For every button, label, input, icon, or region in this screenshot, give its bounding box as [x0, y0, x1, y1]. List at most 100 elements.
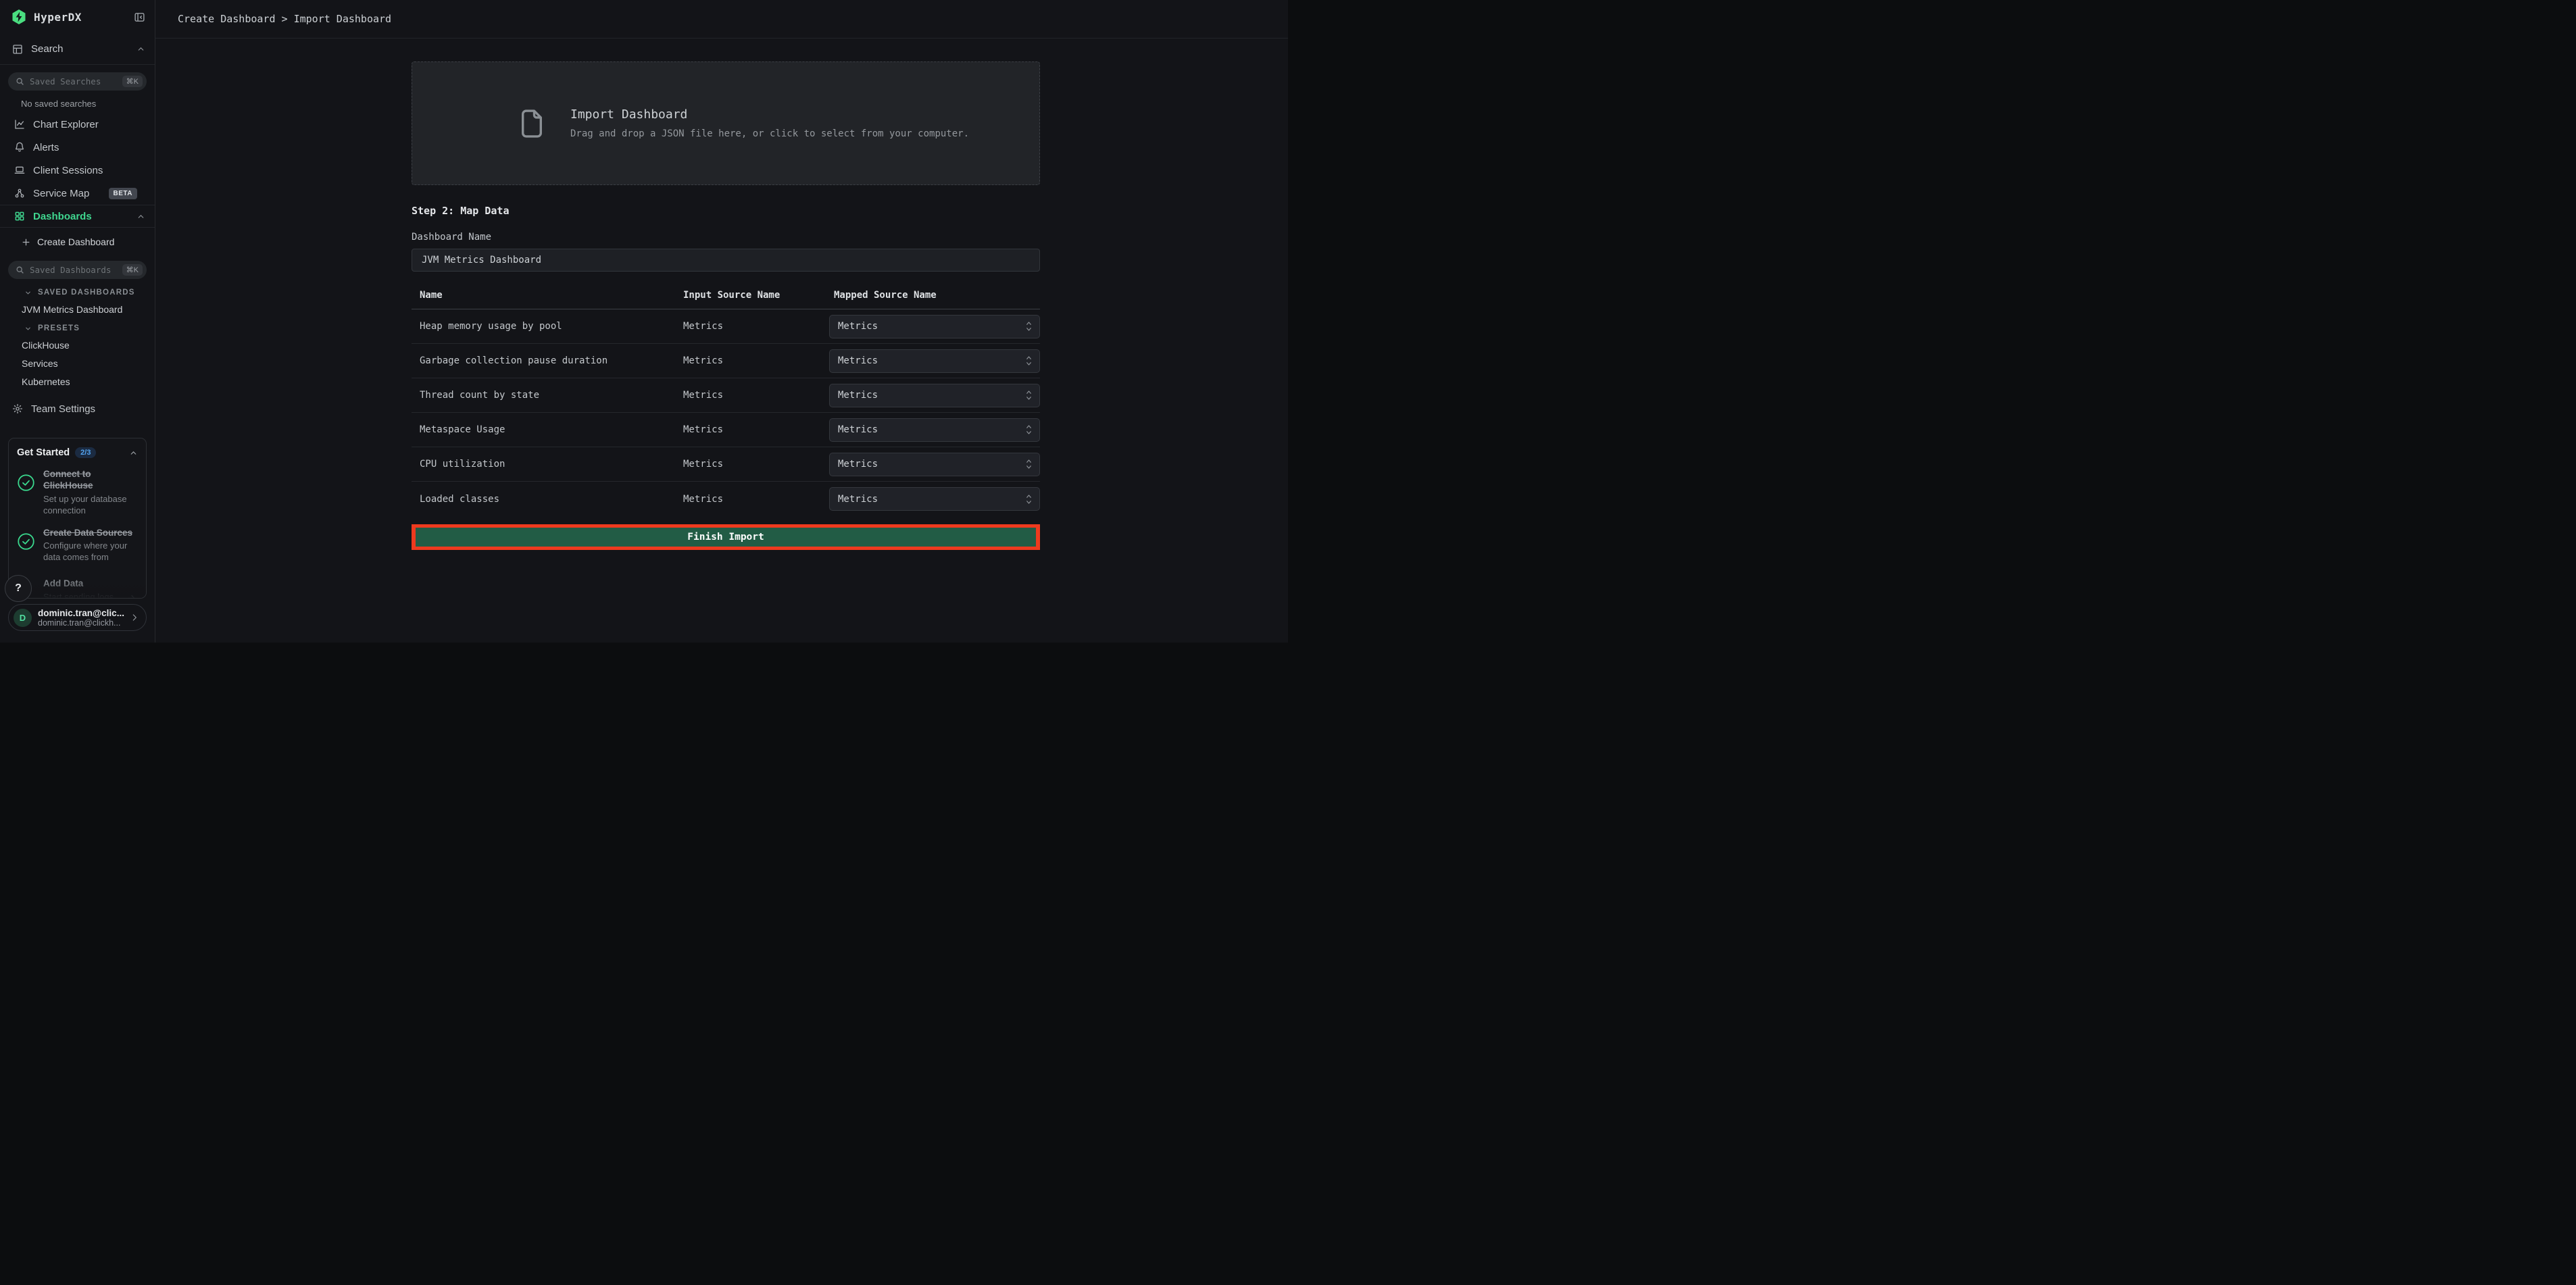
search-section-icon — [12, 44, 23, 55]
select-value: Metrics — [838, 390, 878, 401]
table-row: Heap memory usage by pool Metrics Metric… — [412, 309, 1040, 344]
dashboards-icon — [14, 211, 25, 222]
chevron-down-icon — [24, 289, 32, 297]
beta-badge: BETA — [109, 188, 137, 199]
row-input-source: Metrics — [683, 494, 829, 505]
mapped-source-select[interactable]: Metrics — [829, 384, 1040, 407]
app-title: HyperDX — [34, 11, 82, 24]
sidebar-item-dashboards[interactable]: Dashboards — [0, 205, 155, 228]
check-circle-icon — [17, 474, 35, 492]
preset-link-kubernetes[interactable]: Kubernetes — [22, 376, 155, 387]
step-title: Connect to ClickHouse — [43, 469, 139, 492]
table-row: Metaspace Usage Metrics Metrics — [412, 413, 1040, 447]
sidebar-item-label: Dashboards — [33, 211, 92, 222]
chevron-up-icon — [137, 212, 145, 221]
step-subtitle: Start sending logs, metrics, or traces — [43, 592, 126, 599]
row-name: Garbage collection pause duration — [412, 355, 683, 366]
dashboard-link-jvm-metrics[interactable]: JVM Metrics Dashboard — [22, 304, 155, 315]
saved-dashboards-input[interactable]: Saved Dashboards ⌘K — [8, 261, 147, 279]
step-texts: Connect to ClickHouse Set up your databa… — [43, 469, 139, 517]
sidebar-item-label: Chart Explorer — [33, 119, 99, 130]
step-subtitle: Set up your database connection — [43, 494, 139, 517]
select-chevrons-icon — [1025, 355, 1033, 366]
search-icon — [16, 77, 24, 86]
dashboard-name-label: Dashboard Name — [412, 232, 1040, 243]
group-presets[interactable]: PRESETS — [24, 324, 155, 332]
finish-import-label: Finish Import — [687, 532, 764, 543]
user-texts: dominic.tran@clic... dominic.tran@clickh… — [38, 608, 130, 628]
main-area: Create Dashboard > Import Dashboard Impo… — [155, 0, 1288, 642]
select-chevrons-icon — [1025, 321, 1033, 332]
step-subtitle: Configure where your data comes from — [43, 540, 139, 563]
arrow-right-icon — [126, 593, 137, 599]
preset-link-clickhouse[interactable]: ClickHouse — [22, 340, 155, 351]
get-started-card: Get Started 2/3 Connect to ClickHouse Se… — [8, 438, 147, 599]
check-circle-icon — [17, 532, 35, 551]
sidebar-header: HyperDX — [0, 0, 155, 34]
step-title: Create Data Sources — [43, 528, 139, 539]
select-chevrons-icon — [1025, 390, 1033, 401]
avatar: D — [14, 609, 32, 627]
chevron-up-icon[interactable] — [129, 449, 138, 457]
hyperdx-logo-icon — [11, 9, 27, 25]
sidebar-collapse-button[interactable] — [134, 11, 145, 23]
sidebar-item-label: Service Map — [33, 188, 89, 199]
saved-searches-input[interactable]: Saved Searches ⌘K — [8, 72, 147, 91]
get-started-title: Get Started — [17, 447, 70, 458]
select-chevrons-icon — [1025, 424, 1033, 435]
select-value: Metrics — [838, 424, 878, 435]
mapping-table: Name Input Source Name Mapped Source Nam… — [412, 281, 1040, 516]
help-button[interactable]: ? — [5, 575, 32, 602]
column-header-input-source: Input Source Name — [683, 290, 829, 301]
saved-searches-placeholder: Saved Searches — [30, 76, 122, 86]
column-header-name: Name — [412, 290, 683, 301]
select-value: Metrics — [838, 355, 878, 366]
json-dropzone[interactable]: Import Dashboard Drag and drop a JSON fi… — [412, 61, 1040, 185]
sidebar-item-service-map[interactable]: Service Map BETA — [0, 182, 155, 205]
dropzone-inner: Import Dashboard Drag and drop a JSON fi… — [520, 107, 969, 139]
create-dashboard-button[interactable]: Create Dashboard — [0, 230, 155, 253]
no-saved-searches-text: No saved searches — [21, 99, 155, 109]
row-input-source: Metrics — [683, 424, 829, 435]
select-value: Metrics — [838, 494, 878, 505]
sidebar-item-alerts[interactable]: Alerts — [0, 136, 155, 159]
shortcut-badge: ⌘K — [122, 264, 143, 276]
mapped-source-select[interactable]: Metrics — [829, 315, 1040, 338]
bell-icon — [14, 142, 25, 153]
row-input-source: Metrics — [683, 459, 829, 470]
dropzone-texts: Import Dashboard Drag and drop a JSON fi… — [570, 107, 969, 139]
step-title: Add Data — [43, 578, 126, 590]
mapped-source-select[interactable]: Metrics — [829, 453, 1040, 476]
user-account-button[interactable]: D dominic.tran@clic... dominic.tran@clic… — [8, 604, 147, 631]
get-started-step-sources[interactable]: Create Data Sources Configure where your… — [16, 528, 139, 564]
dropzone-subtitle: Drag and drop a JSON file here, or click… — [570, 128, 969, 139]
breadcrumb: Create Dashboard > Import Dashboard — [178, 13, 391, 25]
chart-explorer-icon — [14, 119, 25, 130]
group-saved-dashboards[interactable]: SAVED DASHBOARDS — [24, 288, 155, 297]
app-window: HyperDX Search Saved Searches ⌘K No sa — [0, 0, 1288, 642]
mapped-source-select[interactable]: Metrics — [829, 418, 1040, 442]
mapped-source-select[interactable]: Metrics — [829, 349, 1040, 373]
get-started-step-connect[interactable]: Connect to ClickHouse Set up your databa… — [16, 469, 139, 517]
finish-import-button[interactable]: Finish Import — [416, 528, 1036, 547]
sidebar-item-chart-explorer[interactable]: Chart Explorer — [0, 113, 155, 136]
preset-link-services[interactable]: Services — [22, 358, 155, 369]
chevron-up-icon — [137, 45, 145, 53]
table-row: CPU utilization Metrics Metrics — [412, 447, 1040, 482]
row-name: Metaspace Usage — [412, 424, 683, 435]
group-label: PRESETS — [38, 324, 80, 332]
row-name: CPU utilization — [412, 459, 683, 470]
dashboard-name-input[interactable]: JVM Metrics Dashboard — [412, 249, 1040, 272]
table-row: Thread count by state Metrics Metrics — [412, 378, 1040, 413]
service-map-icon — [14, 188, 25, 199]
get-started-step-add-data[interactable]: Add Data Start sending logs, metrics, or… — [16, 578, 139, 599]
help-label: ? — [15, 582, 22, 595]
sidebar-item-label: Alerts — [33, 142, 59, 153]
sidebar-item-client-sessions[interactable]: Client Sessions — [0, 159, 155, 182]
user-name: dominic.tran@clic... — [38, 608, 130, 618]
sidebar: HyperDX Search Saved Searches ⌘K No sa — [0, 0, 155, 642]
sidebar-section-search[interactable]: Search — [0, 34, 155, 65]
mapped-source-select[interactable]: Metrics — [829, 487, 1040, 511]
sidebar-item-team-settings[interactable]: Team Settings — [0, 397, 155, 420]
action-highlight-frame: Finish Import — [412, 524, 1040, 550]
